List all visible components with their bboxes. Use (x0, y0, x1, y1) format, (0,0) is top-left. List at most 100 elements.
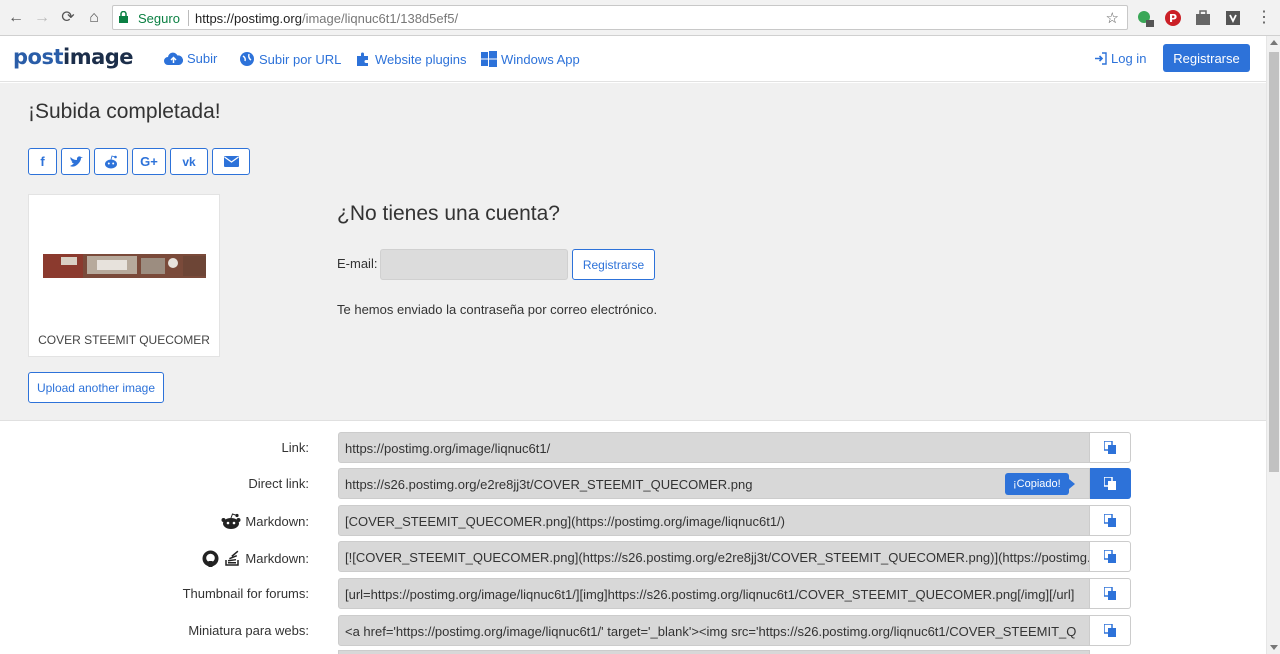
copy-direct-link-button[interactable] (1090, 468, 1131, 499)
email-input[interactable] (380, 249, 568, 280)
link-row-miniatura-webs: Miniatura para webs: <a href='https://po… (0, 615, 1266, 646)
nav-subir[interactable]: Subir (164, 51, 217, 66)
nav-website-plugins-label: Website plugins (375, 51, 467, 67)
direct-link-label-text: Direct link: (248, 476, 309, 491)
back-arrow-icon[interactable]: ← (6, 8, 26, 28)
nav-subir-por-url[interactable]: Subir por URL (239, 51, 341, 67)
url-path: /image/liqnuc6t1/138d5ef5/ (301, 11, 459, 26)
nav-windows-app-label: Windows App (501, 51, 580, 67)
share-reddit-button[interactable] (94, 148, 128, 175)
extension-icon[interactable] (1135, 8, 1155, 28)
home-icon[interactable]: ⌂ (84, 8, 104, 28)
puzzle-icon (357, 52, 368, 66)
link-row-markdown-github: Markdown: [![COVER_STEEMIT_QUECOMER.png]… (0, 541, 1266, 572)
scroll-up-arrow-icon[interactable] (1270, 40, 1278, 45)
github-icon (202, 550, 219, 567)
nav-subir-por-url-label: Subir por URL (259, 51, 342, 67)
address-bar[interactable]: Seguro https://postimg.org/image/liqnuc6… (112, 5, 1128, 30)
browser-toolbar: ← → ⟳ ⌂ Seguro https://postimg.org/image… (0, 0, 1280, 36)
postimage-logo[interactable]: postimage (13, 45, 134, 69)
direct-link-label: Direct link: (248, 476, 309, 491)
pinterest-icon[interactable]: P (1163, 8, 1183, 28)
copy-miniatura-webs-button[interactable] (1090, 615, 1131, 646)
share-google-plus-button[interactable]: G+ (132, 148, 166, 175)
markdown-reddit-label-text: Markdown: (245, 513, 309, 529)
globe-icon (240, 52, 254, 66)
copy-icon (1103, 624, 1116, 637)
login-label: Log in (1111, 51, 1147, 66)
copy-icon (1103, 550, 1116, 563)
copy-thumbnail-forums-button[interactable] (1090, 578, 1131, 609)
scrollbar-thumb[interactable] (1269, 52, 1279, 472)
copy-markdown-github-button[interactable] (1090, 541, 1131, 572)
nav-website-plugins[interactable]: Website plugins (355, 51, 467, 67)
copy-icon (1103, 587, 1116, 600)
copy-icon (1103, 477, 1116, 490)
copy-icon (1103, 514, 1116, 527)
copy-icon (1103, 441, 1116, 454)
link-row-direct-link: Direct link: https://s26.postimg.org/e2r… (0, 468, 1266, 499)
miniatura-webs-label: Miniatura para webs: (188, 623, 309, 638)
nav-windows-app[interactable]: Windows App (481, 51, 580, 67)
email-icon (223, 156, 239, 167)
logo-part2: image (63, 45, 134, 69)
share-buttons: f G+ vk (28, 148, 250, 175)
reload-icon[interactable]: ⟳ (58, 8, 78, 28)
bookmark-star-icon[interactable]: ☆ (1106, 9, 1119, 27)
copy-link-button[interactable] (1090, 432, 1131, 463)
link-row-thumbnail-forums: Thumbnail for forums: [url=https://posti… (0, 578, 1266, 609)
markdown-reddit-label: Markdown: (221, 513, 309, 529)
copied-tooltip: ¡Copiado! (1005, 473, 1075, 495)
link-row-link: Link: https://postimg.org/image/liqnuc6t… (0, 432, 1266, 463)
share-facebook-button[interactable]: f (28, 148, 57, 175)
share-twitter-button[interactable] (61, 148, 90, 175)
link-row-markdown-reddit: Markdown: [COVER_STEEMIT_QUECOMER.png](h… (0, 505, 1266, 536)
copy-markdown-reddit-button[interactable] (1090, 505, 1131, 536)
thumbnail-forums-label-text: Thumbnail for forums: (182, 586, 309, 601)
register-button[interactable]: Registrarse (1163, 44, 1250, 72)
shield-extension-icon[interactable] (1223, 8, 1243, 28)
menu-kebab-icon[interactable]: ⋮ (1254, 8, 1274, 28)
share-email-button[interactable] (212, 148, 250, 175)
markdown-github-label-text: Markdown: (245, 550, 309, 566)
url-text: https://postimg.org/image/liqnuc6t1/138d… (195, 11, 458, 26)
reddit-icon (105, 154, 117, 168)
site-header: postimage Subir Subir por URL Website pl… (0, 36, 1266, 82)
google-plus-icon: G+ (140, 154, 158, 169)
markdown-github-field[interactable]: [![COVER_STEEMIT_QUECOMER.png](https://s… (338, 541, 1090, 572)
thumbnail-forums-field[interactable]: [url=https://postimg.org/image/liqnuc6t1… (338, 578, 1090, 609)
uploaded-image-card[interactable]: COVER STEEMIT QUECOMER (28, 194, 220, 357)
register-email-button[interactable]: Registrarse (572, 249, 655, 280)
secure-label: Seguro (138, 11, 180, 26)
link-label: Link: (282, 440, 309, 455)
cloud-upload-icon (164, 52, 183, 65)
thumbnail-caption: COVER STEEMIT QUECOMER (38, 333, 210, 347)
share-vk-button[interactable]: vk (170, 148, 208, 175)
password-sent-message: Te hemos enviado la contraseña por corre… (337, 302, 658, 317)
forward-arrow-icon[interactable]: → (32, 8, 52, 28)
miniatura-webs-label-text: Miniatura para webs: (188, 623, 309, 638)
no-account-heading: ¿No tienes una cuenta? (337, 202, 560, 225)
scroll-down-arrow-icon[interactable] (1270, 645, 1278, 650)
email-label: E-mail: (337, 256, 378, 271)
markdown-github-label: Markdown: (202, 549, 309, 567)
upload-another-button[interactable]: Upload another image (28, 372, 164, 403)
omnibox-separator (188, 10, 189, 26)
uploaded-image-thumbnail[interactable] (43, 254, 206, 278)
lock-icon (119, 11, 128, 23)
nav-subir-label: Subir (187, 51, 218, 66)
upload-complete-section: ¡Subida completada! f G+ vk COVER STEEMI… (0, 83, 1266, 421)
facebook-icon: f (40, 154, 45, 169)
vk-icon: vk (182, 154, 196, 169)
miniatura-webs-field[interactable]: <a href='https://postimg.org/image/liqnu… (338, 615, 1090, 646)
link-label-text: Link: (281, 440, 309, 455)
briefcase-icon[interactable] (1193, 8, 1213, 28)
markdown-reddit-field[interactable]: [COVER_STEEMIT_QUECOMER.png](https://pos… (338, 505, 1090, 536)
next-link-row-partial (338, 650, 1090, 654)
login-link[interactable]: Log in (1094, 51, 1146, 66)
page-title: ¡Subida completada! (28, 100, 221, 123)
page-scrollbar[interactable] (1266, 36, 1280, 654)
url-host: https://postimg.org (195, 11, 302, 26)
link-field[interactable]: https://postimg.org/image/liqnuc6t1/ (338, 432, 1090, 463)
direct-link-field[interactable]: https://s26.postimg.org/e2re8jj3t/COVER_… (338, 468, 1090, 499)
